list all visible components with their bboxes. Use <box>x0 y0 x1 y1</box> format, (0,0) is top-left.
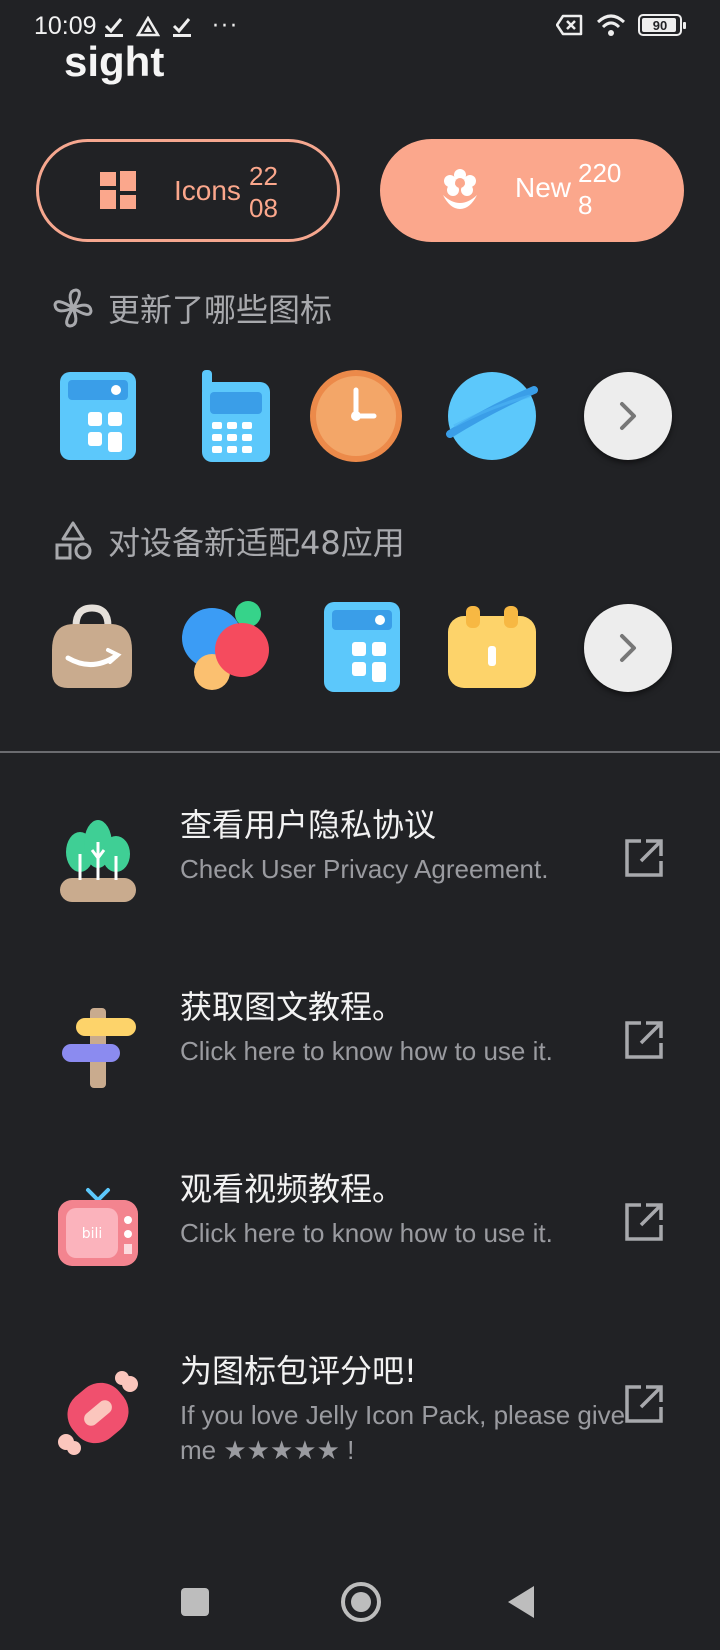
back-icon[interactable] <box>506 1584 536 1620</box>
status-time: 10:09 <box>34 12 97 40</box>
list-item-video[interactable]: bili 观看视频教程。 Click here to know how to u… <box>0 1164 720 1334</box>
list-item-title: 观看视频教程。 <box>180 1170 405 1208</box>
flower-icon <box>443 169 477 209</box>
list-item-privacy[interactable]: 查看用户隐私协议 Check User Privacy Agreement. <box>0 800 720 970</box>
phone-icon[interactable] <box>190 368 286 464</box>
status-system: 90 <box>556 14 686 36</box>
adapted-apps-header: 对设备新适配48应用 <box>52 518 405 564</box>
new-button[interactable]: New 220 8 <box>380 139 684 242</box>
calendar-icon[interactable] <box>444 600 540 696</box>
calculator-icon[interactable] <box>314 600 410 696</box>
updated-icons-header: 更新了哪些图标 <box>52 285 332 331</box>
signpost-icon <box>62 1008 136 1088</box>
bubbles-icon[interactable] <box>178 600 274 696</box>
open-external-icon[interactable] <box>624 838 664 878</box>
shopping-bag-icon[interactable] <box>44 600 140 696</box>
divider <box>0 751 720 753</box>
icons-button-label: Icons <box>174 175 241 206</box>
download-done-icon <box>172 17 191 37</box>
sim-off-icon <box>556 14 583 36</box>
clock-icon[interactable] <box>308 368 404 464</box>
open-external-icon[interactable] <box>624 1020 664 1060</box>
pinwheel-icon <box>53 288 93 328</box>
list-item-subtitle: Click here to know how to use it. <box>180 1036 553 1066</box>
page-title: sight <box>64 38 165 85</box>
list-item-title: 为图标包评分吧! <box>180 1352 417 1390</box>
section-title: 对设备新适配48应用 <box>108 524 405 562</box>
browser-planet-icon[interactable] <box>444 368 540 464</box>
more-adapted-button[interactable] <box>584 604 672 692</box>
list-item-subtitle: If you love Jelly Icon Pack, please give… <box>180 1400 626 1465</box>
open-external-icon[interactable] <box>624 1384 664 1424</box>
shapes-icon <box>55 521 92 560</box>
list-item-title: 查看用户隐私协议 <box>180 806 437 844</box>
icons-count: 22 08 <box>249 161 278 223</box>
list-item-tutorial[interactable]: 获取图文教程。 Click here to know how to use it… <box>0 982 720 1152</box>
battery-icon: 90 <box>638 14 686 36</box>
plant-icon <box>60 820 136 902</box>
icons-button[interactable]: Icons 22 08 <box>36 139 340 242</box>
more-notifications-icon: ··· <box>212 14 239 39</box>
new-count: 220 8 <box>578 158 622 220</box>
candy-icon <box>58 1371 138 1455</box>
home-icon[interactable] <box>340 1581 382 1623</box>
list-item-rate[interactable]: 为图标包评分吧! If you love Jelly Icon Pack, pl… <box>0 1346 720 1516</box>
navigation-bar <box>0 1560 720 1650</box>
new-button-label: New <box>515 172 572 203</box>
open-external-icon[interactable] <box>624 1202 664 1242</box>
battery-level: 90 <box>652 17 668 33</box>
calculator-icon[interactable] <box>52 368 148 464</box>
chevron-right-icon <box>620 634 636 662</box>
chevron-right-icon <box>620 402 636 430</box>
list-item-subtitle: Check User Privacy Agreement. <box>180 854 549 884</box>
wifi-icon <box>596 14 626 36</box>
more-updated-button[interactable] <box>584 372 672 460</box>
status-notifications: ··· <box>104 14 239 39</box>
updated-icons-row <box>44 368 684 468</box>
grid-icon <box>100 171 136 209</box>
svg-text:bili: bili <box>82 1226 103 1242</box>
recents-icon[interactable] <box>180 1587 210 1617</box>
download-done-icon <box>104 17 123 37</box>
adapted-apps-row <box>44 600 684 700</box>
list-item-subtitle: Click here to know how to use it. <box>180 1218 553 1248</box>
list-item-title: 获取图文教程。 <box>180 988 405 1026</box>
tv-icon: bili <box>58 1188 138 1266</box>
drive-icon <box>136 15 160 36</box>
section-title: 更新了哪些图标 <box>108 291 333 329</box>
